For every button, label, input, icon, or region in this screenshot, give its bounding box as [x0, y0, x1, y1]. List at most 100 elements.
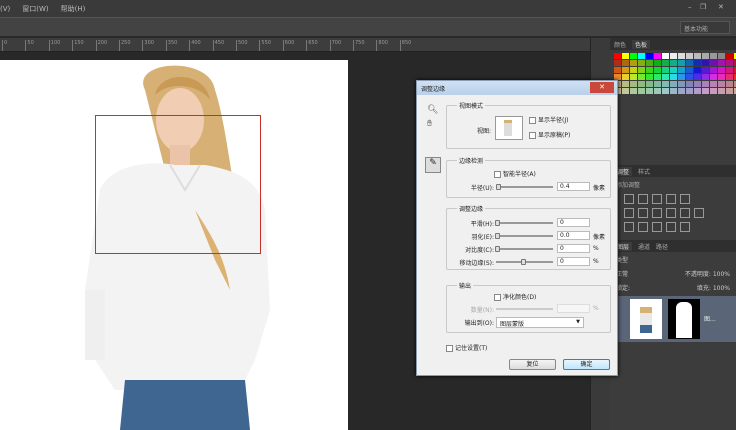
swatch[interactable] [670, 67, 677, 73]
swatch[interactable] [694, 67, 701, 73]
swatch[interactable] [646, 81, 653, 87]
adjust-icons-row-2[interactable] [610, 206, 736, 220]
document-image[interactable] [0, 60, 348, 430]
swatch[interactable] [630, 74, 637, 80]
swatch[interactable] [718, 53, 725, 59]
ok-button[interactable]: 确定 [563, 359, 610, 370]
swatch[interactable] [654, 67, 661, 73]
swatch[interactable] [630, 60, 637, 66]
adjust-slider-thumb[interactable] [521, 259, 526, 265]
swatch[interactable] [718, 60, 725, 66]
swatch[interactable] [718, 67, 725, 73]
swatch[interactable] [654, 88, 661, 94]
dialog-titlebar[interactable]: 调整边缘 ✕ [417, 81, 617, 95]
swatch[interactable] [662, 67, 669, 73]
swatch[interactable] [718, 81, 725, 87]
swatch[interactable] [622, 60, 629, 66]
swatch[interactable] [630, 53, 637, 59]
swatch[interactable] [622, 88, 629, 94]
swatch[interactable] [622, 67, 629, 73]
swatch[interactable] [686, 74, 693, 80]
swatch[interactable] [646, 53, 653, 59]
decontaminate-checkbox[interactable] [494, 294, 501, 301]
swatch[interactable] [638, 81, 645, 87]
layer-name[interactable]: 图... [704, 314, 716, 323]
minimize-button[interactable]: – [688, 3, 692, 11]
swatch[interactable] [670, 81, 677, 87]
adjust-slider-thumb[interactable] [495, 233, 500, 239]
swatch[interactable] [638, 53, 645, 59]
swatch[interactable] [654, 60, 661, 66]
tab-paths[interactable]: 路径 [656, 242, 668, 251]
swatch[interactable] [670, 74, 677, 80]
swatch[interactable] [670, 60, 677, 66]
menu-view[interactable]: (V) [0, 5, 10, 13]
swatch[interactable] [686, 60, 693, 66]
swatch[interactable] [702, 53, 709, 59]
adjust-icons-row-3[interactable] [610, 220, 736, 234]
swatch[interactable] [702, 88, 709, 94]
swatch[interactable] [710, 53, 717, 59]
view-mode-dropdown[interactable] [495, 116, 523, 140]
swatch[interactable] [678, 81, 685, 87]
swatch[interactable] [614, 67, 621, 73]
swatch[interactable] [694, 88, 701, 94]
restore-button[interactable]: ❐ [700, 3, 706, 11]
swatch[interactable] [686, 53, 693, 59]
swatch[interactable] [686, 81, 693, 87]
swatch[interactable] [726, 74, 733, 80]
adjust-slider[interactable] [496, 259, 553, 265]
radius-slider[interactable] [496, 184, 553, 190]
swatch[interactable] [638, 74, 645, 80]
swatch[interactable] [710, 67, 717, 73]
swatch[interactable] [710, 88, 717, 94]
swatch[interactable] [710, 81, 717, 87]
swatch[interactable] [662, 60, 669, 66]
output-to-select[interactable]: 图层蒙版 ▼ [496, 317, 584, 328]
swatch[interactable] [710, 74, 717, 80]
adjust-slider-thumb[interactable] [495, 220, 500, 226]
swatch[interactable] [694, 74, 701, 80]
tab-swatches[interactable]: 色板 [632, 39, 651, 49]
layer-row[interactable]: 图... [610, 296, 736, 342]
swatch[interactable] [630, 81, 637, 87]
swatch[interactable] [726, 88, 733, 94]
adjust-input[interactable]: 0 [557, 218, 590, 227]
swatch[interactable] [630, 67, 637, 73]
adjust-slider-thumb[interactable] [495, 246, 500, 252]
layer-mask-thumbnail[interactable] [668, 299, 700, 339]
remember-settings-checkbox[interactable] [446, 345, 453, 352]
swatch[interactable] [630, 88, 637, 94]
swatch[interactable] [670, 88, 677, 94]
swatch[interactable] [646, 74, 653, 80]
layer-filter[interactable]: 类型 [610, 252, 736, 266]
adjust-input[interactable]: 0 [557, 257, 590, 266]
swatch[interactable] [678, 60, 685, 66]
swatch[interactable] [702, 60, 709, 66]
fill-value[interactable]: 100% [713, 285, 730, 292]
workspace-select[interactable]: 基本功能 [680, 21, 730, 34]
swatch[interactable] [710, 60, 717, 66]
swatch[interactable] [654, 53, 661, 59]
swatch[interactable] [678, 67, 685, 73]
reset-button[interactable]: 复位 [509, 359, 556, 370]
swatch[interactable] [654, 81, 661, 87]
swatch[interactable] [678, 88, 685, 94]
swatch[interactable] [678, 74, 685, 80]
close-button[interactable]: ✕ [718, 3, 724, 11]
smart-radius-checkbox[interactable] [494, 171, 501, 178]
adjust-slider[interactable] [495, 246, 553, 252]
swatch[interactable] [662, 81, 669, 87]
tab-color[interactable]: 颜色 [614, 40, 626, 49]
hand-tool-icon[interactable]: ✋︎ [427, 119, 432, 129]
swatch[interactable] [662, 53, 669, 59]
swatch[interactable] [622, 81, 629, 87]
adjust-input[interactable]: 0 [557, 244, 590, 253]
swatch[interactable] [726, 53, 733, 59]
swatch[interactable] [718, 88, 725, 94]
swatch[interactable] [670, 53, 677, 59]
refine-radius-brush-icon[interactable]: ✎ [425, 157, 441, 173]
opacity-value[interactable]: 100% [713, 271, 730, 278]
swatch[interactable] [694, 81, 701, 87]
swatch[interactable] [646, 60, 653, 66]
